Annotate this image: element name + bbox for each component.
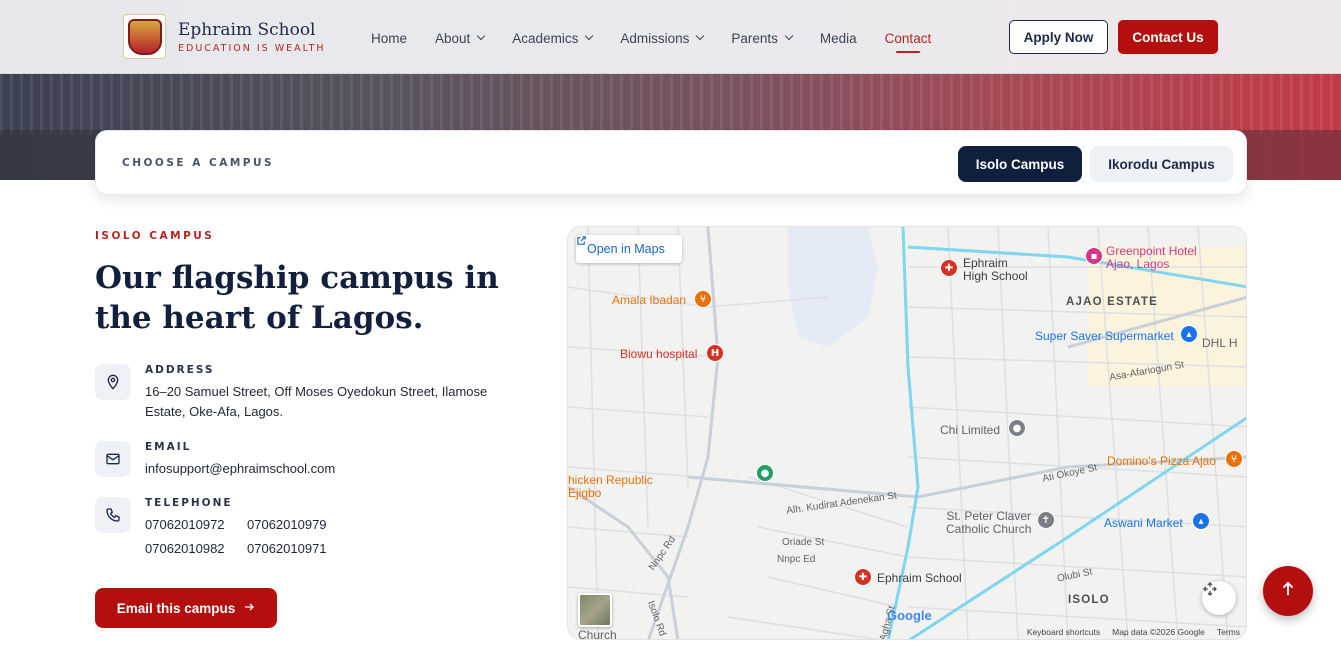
school-logo[interactable]	[123, 14, 166, 59]
email-campus-button[interactable]: Email this campus	[95, 588, 277, 628]
nav-admissions-label: Admissions	[620, 30, 690, 46]
restaurant-pin-icon[interactable]: ⑂	[694, 290, 712, 308]
terms-link[interactable]: Terms	[1217, 627, 1240, 637]
map-label-dominos: Domino's Pizza Ajao	[1107, 454, 1217, 468]
apply-now-button[interactable]: Apply Now	[1009, 20, 1108, 54]
address-text: 16–20 Samuel Street, Off Moses Oyedokun …	[145, 382, 487, 422]
map-label-isolo: ISOLO	[1068, 594, 1110, 606]
nav-parents[interactable]: Parents	[731, 28, 794, 48]
campus-eyebrow: ISOLO CAMPUS	[95, 230, 215, 242]
phone-number[interactable]: 07062010971	[247, 539, 347, 559]
hospital-pin-icon[interactable]: H	[706, 344, 724, 362]
map-data-attribution: Map data ©2026 Google	[1112, 627, 1205, 637]
chevron-down-icon	[585, 31, 594, 41]
hero-fence-graphic	[0, 74, 1341, 134]
nav-home[interactable]: Home	[371, 28, 407, 48]
nav-home-label: Home	[371, 30, 408, 46]
nav-academics-label: Academics	[512, 30, 579, 46]
scroll-to-top-button[interactable]	[1263, 566, 1313, 616]
campus-map[interactable]: Open in Maps ✚ Ephraim High School ▪ Gre…	[567, 226, 1247, 640]
restaurant-pin-icon[interactable]: ⑂	[1225, 450, 1243, 468]
nav-contact[interactable]: Contact	[884, 28, 932, 53]
email-address[interactable]: infosupport@ephraimschool.com	[145, 459, 335, 479]
brand-tagline: EDUCATION IS WEALTH	[178, 43, 326, 54]
address-line-2: Estate, Oke-Afa, Lagos.	[145, 404, 284, 419]
shopping-pin-icon[interactable]: ▴	[1192, 512, 1210, 530]
address-line-1: 16–20 Samuel Street, Off Moses Oyedokun …	[145, 384, 488, 399]
map-label-church: Church	[578, 628, 617, 640]
main-nav: Home About Academics Admissions Parents …	[371, 28, 959, 53]
chevron-down-icon	[784, 31, 794, 41]
nav-contact-label: Contact	[884, 30, 932, 46]
map-pin-icon	[95, 364, 131, 400]
map-label-ephraim-school: Ephraim School	[877, 571, 962, 585]
nav-media[interactable]: Media	[820, 28, 857, 48]
mail-icon	[95, 441, 131, 477]
location-marker-icon[interactable]: ●	[756, 464, 774, 482]
address-label: ADDRESS	[145, 364, 215, 376]
brand-name[interactable]: Ephraim School	[178, 20, 316, 40]
email-label: EMAIL	[145, 441, 192, 453]
phone-number[interactable]: 07062010979	[247, 515, 347, 535]
crest-icon	[127, 18, 162, 55]
open-in-maps-link[interactable]: Open in Maps	[576, 235, 682, 263]
nav-admissions[interactable]: Admissions	[620, 28, 705, 48]
school-pin-icon[interactable]: ✚	[854, 568, 872, 586]
place-pin-icon[interactable]: ●	[1008, 419, 1026, 437]
church-pin-icon[interactable]: ✝	[1037, 511, 1055, 529]
hotel-pin-icon[interactable]: ▪	[1085, 247, 1103, 265]
nav-parents-label: Parents	[731, 30, 778, 46]
map-footer: Keyboard shortcuts Map data ©2026 Google…	[1027, 627, 1240, 637]
nav-about[interactable]: About	[435, 28, 486, 48]
map-label-chicken-republic: hicken Republic Ejigbo	[568, 473, 653, 500]
nav-about-label: About	[435, 30, 471, 46]
keyboard-shortcuts-link[interactable]: Keyboard shortcuts	[1027, 627, 1100, 637]
phone-number[interactable]: 07062010972	[145, 515, 247, 535]
school-pin-icon[interactable]: ✚	[940, 259, 958, 277]
arrow-up-icon	[1279, 580, 1297, 602]
arrow-right-icon	[243, 601, 255, 616]
map-label-ajao-estate: AJAO ESTATE	[1066, 296, 1159, 308]
map-label-npc-ed: Nnpc Ed	[777, 554, 816, 565]
chevron-down-icon	[696, 31, 705, 41]
chevron-down-icon	[477, 31, 486, 41]
satellite-toggle[interactable]	[578, 593, 612, 627]
contact-us-button[interactable]: Contact Us	[1118, 20, 1218, 54]
campus-chooser: CHOOSE A CAMPUS Isolo Campus Ikorodu Cam…	[95, 130, 1247, 195]
phone-number[interactable]: 07062010982	[145, 539, 247, 559]
nav-academics[interactable]: Academics	[512, 28, 594, 48]
map-label-super-saver: Super Saver Supermarket	[1035, 329, 1174, 343]
site-header: Ephraim School EDUCATION IS WEALTH Home …	[0, 0, 1341, 74]
telephone-label: TELEPHONE	[145, 497, 233, 509]
phone-list: 07062010972 07062010979 07062010982 0706…	[145, 515, 347, 559]
email-campus-label: Email this campus	[116, 600, 236, 616]
isolo-campus-button[interactable]: Isolo Campus	[958, 146, 1082, 182]
google-logo: Google	[887, 608, 932, 623]
map-label-greenpoint: Greenpoint Hotel Ajao, Lagos	[1106, 244, 1197, 271]
phone-icon	[95, 497, 131, 533]
map-label-aswani: Aswani Market	[1104, 516, 1183, 530]
map-label-ephraim-high: Ephraim High School	[963, 256, 1028, 283]
fullscreen-icon[interactable]	[1202, 581, 1236, 615]
map-label-amala: Amala Ibadan	[612, 293, 687, 307]
nav-media-label: Media	[819, 30, 857, 46]
chooser-label: CHOOSE A CAMPUS	[122, 157, 275, 169]
ikorodu-campus-button[interactable]: Ikorodu Campus	[1090, 146, 1233, 182]
map-label-oriade: Oriade St	[782, 537, 825, 548]
map-label-st-peter: St. Peter Claver Catholic Church	[946, 509, 1032, 536]
map-label-dhl: DHL H	[1202, 336, 1238, 350]
map-label-chi-limited: Chi Limited	[940, 423, 1001, 437]
open-in-maps-label: Open in Maps	[587, 242, 665, 256]
shopping-pin-icon[interactable]: ▴	[1180, 325, 1198, 343]
map-label-biowu: Biowu hospital	[620, 347, 698, 361]
campus-headline: Our flagship campus in the heart of Lago…	[95, 260, 499, 336]
